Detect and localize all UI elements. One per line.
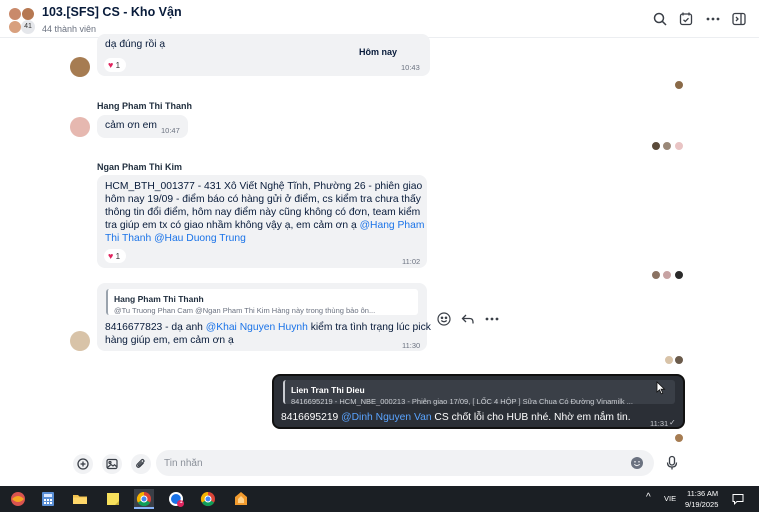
reaction-badge[interactable]: ♥ 1 — [104, 58, 127, 72]
message-line: tra giúp em tx có giao nhầm không vậy ạ,… — [105, 219, 424, 233]
emoji-icon[interactable] — [630, 456, 644, 470]
message-bubble-own[interactable]: Lien Tran Thi Dieu 8416695219 - HCM_NBE_… — [272, 374, 685, 429]
mention-link[interactable]: Thi Thanh — [105, 233, 151, 244]
message-bubble[interactable]: cảm ơn em 10:47 — [97, 115, 188, 138]
message-line: 8416677823 - dạ anh @Khai Nguyen Huynh k… — [105, 321, 431, 335]
quoted-message[interactable]: Hang Pham Thi Thanh @Tu Truong Phan Cam … — [106, 289, 418, 315]
search-icon[interactable] — [652, 11, 668, 27]
member-avatar — [8, 20, 22, 34]
seen-avatar — [674, 355, 684, 365]
message-text: 8416695219 — [281, 412, 342, 423]
mouse-cursor-icon — [656, 381, 666, 395]
message-time: 11:31 — [650, 419, 669, 428]
sender-name[interactable]: Hang Pham Thi Thanh — [97, 101, 192, 111]
message-actions — [436, 310, 502, 328]
file-explorer-icon[interactable] — [70, 489, 90, 509]
taskbar: 1 ^ VIE 11:36 AM 9/19/2025 — [0, 486, 759, 512]
message-time: 11:02 — [402, 257, 421, 266]
more-actions-icon[interactable] — [484, 311, 500, 327]
message-line: 8416695219 @Dinh Nguyen Van CS chốt lỗi … — [281, 411, 631, 425]
message-line: thông tin đổi điểm, hôm nay điểm này cũn… — [105, 207, 421, 218]
heart-icon: ♥ — [108, 251, 114, 261]
quote-text: 8416695219 - HCM_NBE_000213 - Phiên giao… — [291, 397, 633, 406]
message-line: Thi Thanh @Hau Duong Trung — [105, 232, 246, 246]
language-indicator[interactable]: VIE — [664, 494, 676, 503]
message-text: CS chốt lỗi cho HUB nhé. Nhờ em nắm tin. — [431, 412, 631, 423]
message-text: kiểm tra tình trạng lúc pick — [307, 322, 431, 333]
mention-link[interactable]: @Khai Nguyen Huynh — [206, 322, 308, 333]
seen-avatar — [651, 141, 661, 151]
zalo-icon[interactable]: 1 — [166, 489, 186, 509]
seen-avatar — [651, 270, 661, 280]
message-input[interactable] — [156, 450, 654, 476]
avatar[interactable] — [70, 331, 90, 351]
reaction-badge[interactable]: ♥ 1 — [104, 249, 127, 263]
avatar[interactable] — [70, 117, 90, 137]
chrome-profile-icon[interactable] — [198, 489, 218, 509]
message-list[interactable]: dạ đúng rồi ạ Hôm nay 10:43 ♥ 1 Hang Pha… — [0, 34, 759, 446]
react-emoji-icon[interactable] — [436, 311, 452, 327]
app-icon[interactable] — [231, 489, 251, 509]
sidebar-toggle-icon[interactable] — [731, 11, 747, 27]
message-line: HCM_BTH_001377 - 431 Xô Viết Nghệ Tĩnh, … — [105, 181, 423, 192]
message-line: hàng giúp em, em cảm ơn ạ — [105, 335, 234, 346]
mention-link[interactable]: @Dinh Nguyen Van — [341, 412, 431, 423]
seen-avatar — [674, 270, 684, 280]
attach-icon[interactable] — [131, 454, 151, 474]
message-line: hôm nay 19/09 - điểm báo có hàng gửi ở đ… — [105, 194, 421, 205]
clock-time[interactable]: 11:36 AM — [687, 489, 718, 498]
heart-icon: ♥ — [108, 60, 114, 70]
seen-avatar — [662, 270, 672, 280]
seen-avatar — [662, 141, 672, 151]
member-avatar — [8, 7, 22, 21]
group-avatar[interactable]: 41 — [8, 7, 36, 35]
reaction-count: 1 — [115, 61, 121, 70]
quote-text: @Tu Truong Phan Cam @Ngan Pham Thi Kim H… — [114, 306, 376, 315]
message-text: dạ đúng rồi ạ — [105, 39, 166, 50]
day-label: Hôm nay — [359, 47, 398, 57]
message-bubble[interactable]: HCM_BTH_001377 - 431 Xô Viết Nghệ Tĩnh, … — [97, 175, 427, 268]
seen-avatar — [674, 141, 684, 151]
mention-link[interactable]: @Hau Duong Trung — [154, 233, 246, 244]
seen-avatar — [674, 80, 684, 90]
message-time: 11:30 — [402, 341, 421, 350]
chat-window: 41 103.[SFS] CS - Kho Vận 44 thành viên … — [0, 0, 759, 486]
message-text: 8416677823 - dạ anh — [105, 322, 206, 333]
reply-icon[interactable] — [460, 311, 476, 327]
seen-avatar — [674, 433, 684, 443]
sent-check-icon: ✓ — [669, 418, 676, 427]
sender-name[interactable]: Ngan Pham Thi Kim — [97, 162, 182, 172]
message-time: 10:43 — [401, 63, 420, 72]
clock-date[interactable]: 9/19/2025 — [685, 500, 718, 509]
reaction-count: 1 — [115, 252, 121, 261]
chrome-icon[interactable] — [134, 489, 154, 509]
task-icon[interactable] — [678, 11, 694, 27]
message-time: 10:47 — [161, 126, 180, 135]
avatar[interactable] — [70, 57, 90, 77]
seen-avatar — [664, 355, 674, 365]
mention-link[interactable]: @Hang Pham — [360, 220, 425, 231]
tray-chevron-icon[interactable]: ^ — [646, 492, 651, 503]
quoted-message[interactable]: Lien Tran Thi Dieu 8416695219 - HCM_NBE_… — [283, 380, 675, 406]
add-icon[interactable] — [73, 454, 93, 474]
message-bubble[interactable]: Hang Pham Thi Thanh @Tu Truong Phan Cam … — [97, 283, 431, 351]
message-text: tra giúp em tx có giao nhầm không vậy ạ,… — [105, 220, 360, 231]
mic-icon[interactable] — [664, 455, 680, 471]
sticky-notes-icon[interactable] — [103, 489, 123, 509]
calculator-icon[interactable] — [38, 489, 58, 509]
message-text: cảm ơn em — [105, 120, 157, 131]
group-title[interactable]: 103.[SFS] CS - Kho Vận — [42, 5, 182, 19]
member-count[interactable]: 44 thành viên — [42, 24, 96, 34]
composer — [0, 446, 759, 486]
member-avatar — [21, 7, 35, 21]
notification-badge: 1 — [179, 499, 183, 505]
image-icon[interactable] — [102, 454, 122, 474]
notifications-icon[interactable] — [732, 492, 744, 505]
chat-header: 41 103.[SFS] CS - Kho Vận 44 thành viên — [0, 0, 759, 38]
message-bubble[interactable]: dạ đúng rồi ạ Hôm nay 10:43 — [97, 34, 430, 76]
member-count-badge: 41 — [21, 20, 35, 34]
more-icon[interactable] — [705, 11, 721, 27]
start-icon[interactable] — [8, 489, 28, 509]
